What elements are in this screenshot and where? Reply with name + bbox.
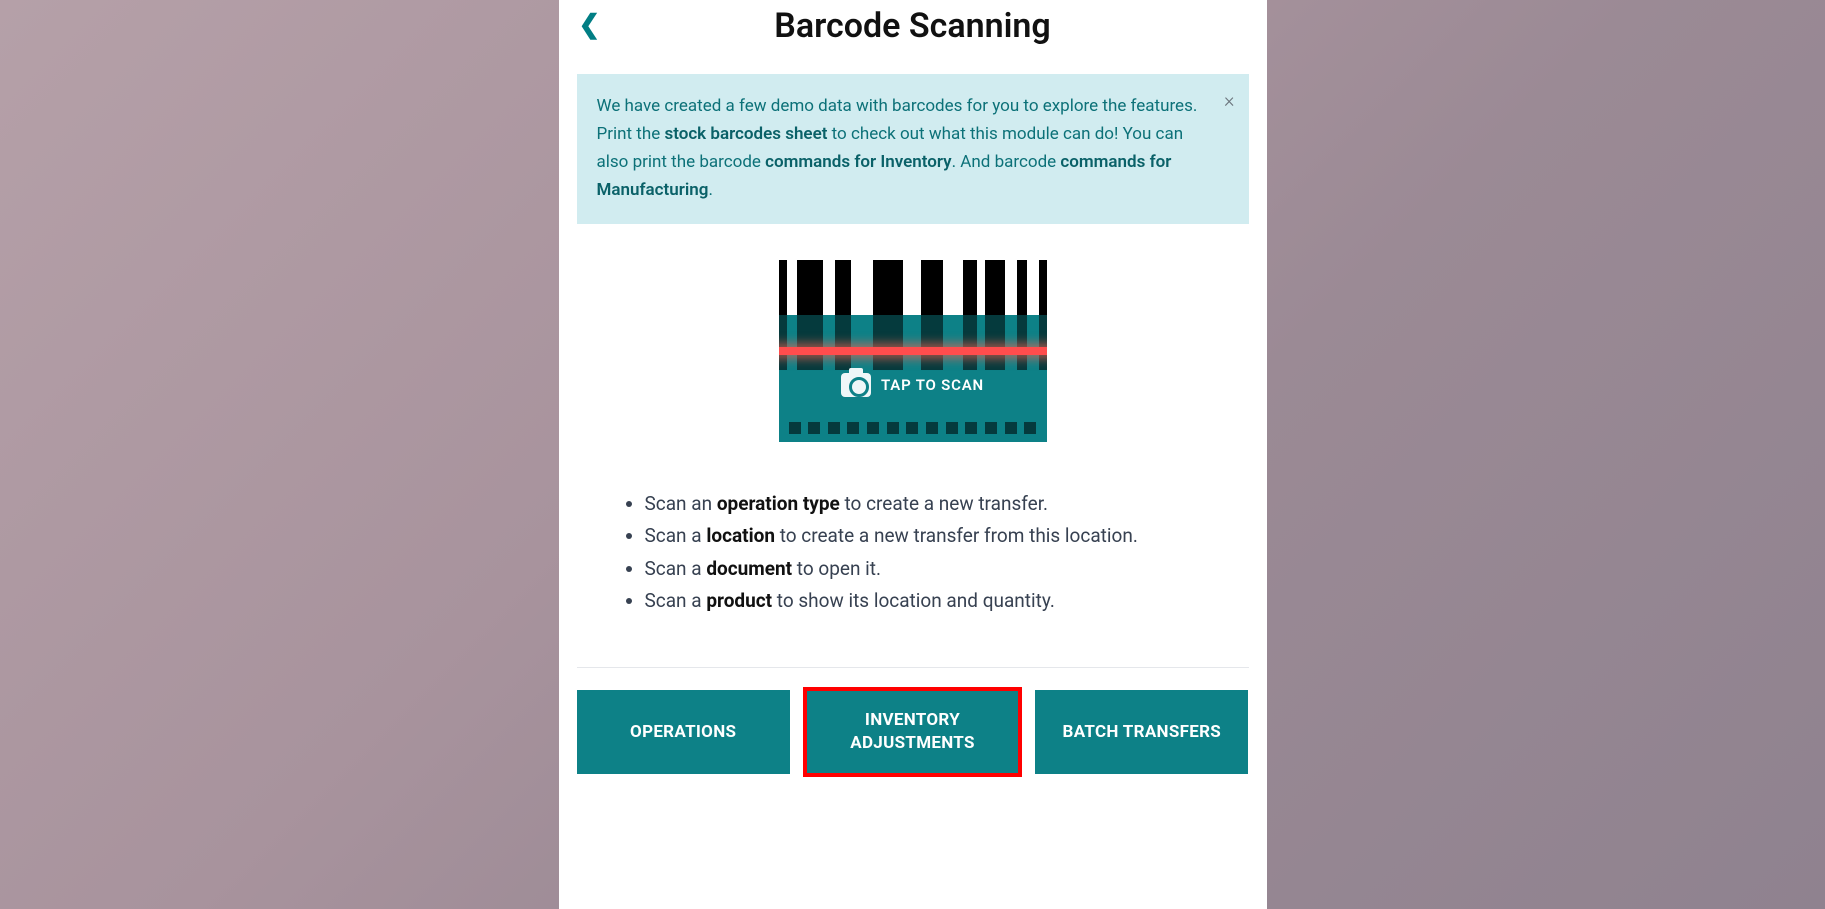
- instructions: Scan an operation type to create a new t…: [619, 488, 1227, 617]
- scan-area: TAP TO SCAN: [559, 260, 1267, 442]
- instruction-bold: operation type: [717, 492, 840, 515]
- info-text-3: . And barcode: [952, 152, 1061, 172]
- chevron-left-icon: ❮: [579, 10, 601, 40]
- camera-icon: [841, 373, 871, 397]
- header: ❮ Barcode Scanning: [559, 0, 1267, 60]
- barcode-graphic-mid: [779, 315, 1047, 370]
- instruction-bold: product: [706, 589, 772, 612]
- operations-button[interactable]: OPERATIONS: [577, 690, 790, 774]
- back-button[interactable]: ❮: [571, 8, 609, 42]
- scan-body: TAP TO SCAN: [779, 315, 1047, 442]
- instruction-pre: Scan a: [645, 589, 707, 612]
- info-alert: × We have created a few demo data with b…: [577, 74, 1249, 224]
- instruction-post: to show its location and quantity.: [772, 589, 1055, 612]
- barcode-graphic-bottom: [789, 422, 1037, 434]
- instruction-post: to create a new transfer.: [840, 492, 1048, 515]
- instruction-item: Scan a location to create a new transfer…: [645, 520, 1227, 552]
- barcode-scanning-panel: ❮ Barcode Scanning × We have created a f…: [559, 0, 1267, 909]
- barcode-graphic-top: [779, 260, 1047, 315]
- scan-line-icon: [779, 347, 1047, 355]
- page-title: Barcode Scanning: [559, 6, 1267, 46]
- inventory-adjustments-label: INVENTORY ADJUSTMENTS: [816, 709, 1009, 755]
- instruction-pre: Scan an: [645, 492, 717, 515]
- batch-transfers-label: BATCH TRANSFERS: [1063, 721, 1222, 744]
- divider: [577, 667, 1249, 668]
- tap-to-scan-label: TAP TO SCAN: [881, 376, 984, 394]
- instruction-item: Scan a product to show its location and …: [645, 585, 1227, 617]
- inventory-adjustments-button[interactable]: INVENTORY ADJUSTMENTS: [806, 690, 1019, 774]
- action-button-row: OPERATIONS INVENTORY ADJUSTMENTS BATCH T…: [577, 690, 1249, 774]
- instruction-pre: Scan a: [645, 557, 707, 580]
- instruction-pre: Scan a: [645, 524, 707, 547]
- commands-inventory-link[interactable]: commands for Inventory: [765, 152, 951, 172]
- close-icon[interactable]: ×: [1224, 84, 1234, 117]
- instruction-post: to create a new transfer from this locat…: [775, 524, 1138, 547]
- tap-row: TAP TO SCAN: [779, 373, 1047, 397]
- operations-label: OPERATIONS: [630, 721, 736, 744]
- info-text-4: .: [708, 180, 712, 200]
- instruction-bold: location: [706, 524, 775, 547]
- instruction-post: to open it.: [792, 557, 881, 580]
- tap-to-scan-button[interactable]: TAP TO SCAN: [779, 260, 1047, 442]
- batch-transfers-button[interactable]: BATCH TRANSFERS: [1035, 690, 1248, 774]
- instruction-item: Scan an operation type to create a new t…: [645, 488, 1227, 520]
- instruction-bold: document: [706, 557, 792, 580]
- stock-barcodes-sheet-link[interactable]: stock barcodes sheet: [664, 124, 827, 144]
- instruction-item: Scan a document to open it.: [645, 553, 1227, 585]
